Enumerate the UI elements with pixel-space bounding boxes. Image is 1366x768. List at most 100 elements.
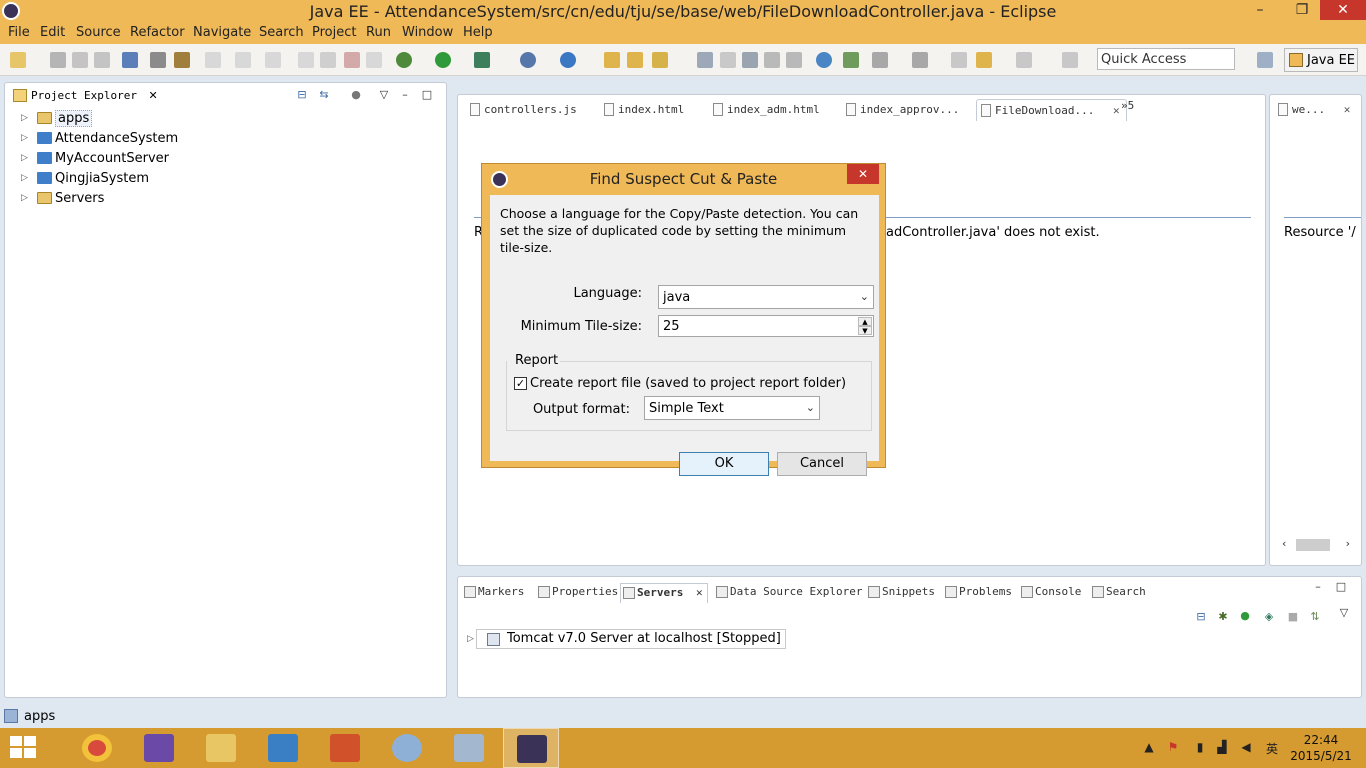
tab-controllers-js[interactable]: controllers.js: [466, 99, 577, 121]
tree-item-attendancesystem[interactable]: ▷ AttendanceSystem: [21, 129, 178, 149]
terminate-icon[interactable]: [344, 52, 360, 68]
clock[interactable]: 22:44 2015/5/21: [1290, 732, 1352, 764]
step-return-icon[interactable]: [265, 52, 281, 68]
new-icon[interactable]: [10, 52, 26, 68]
spin-down-icon[interactable]: ▼: [858, 326, 872, 335]
last-edit-icon[interactable]: [951, 52, 967, 68]
taskbar-eclipse-java-ee[interactable]: [503, 728, 559, 768]
stop-server-icon[interactable]: ■: [1286, 611, 1300, 623]
annotation-next-icon[interactable]: [697, 52, 713, 68]
toggle-mark-icon[interactable]: [742, 52, 758, 68]
language-select[interactable]: java ⌄: [658, 285, 874, 309]
taskbar-file-explorer[interactable]: [193, 728, 249, 768]
tile-size-spinner[interactable]: 25 ▲ ▼: [658, 315, 874, 337]
skip-breakpoints-icon[interactable]: [122, 52, 138, 68]
open-resource-icon[interactable]: [627, 52, 643, 68]
menu-edit[interactable]: Edit: [40, 25, 65, 40]
taskbar-messages[interactable]: [255, 728, 311, 768]
menu-search[interactable]: Search: [259, 25, 304, 40]
tree-item-apps[interactable]: ▷ apps: [21, 109, 93, 129]
back-icon[interactable]: [976, 52, 992, 68]
tab-search[interactable]: Search: [1090, 583, 1146, 603]
collapse-all-icon[interactable]: ⊟: [295, 89, 309, 101]
tab-snippets[interactable]: Snippets: [866, 583, 935, 603]
volume-icon[interactable]: ◀: [1239, 740, 1253, 754]
create-report-checkbox[interactable]: ✓: [514, 377, 527, 390]
tree-item-qingjiasystem[interactable]: ▷ QingjiaSystem: [21, 169, 149, 189]
pen-icon[interactable]: [720, 52, 736, 68]
action-center-icon[interactable]: ⚑: [1166, 740, 1180, 754]
more-tabs-button[interactable]: »5: [1121, 99, 1134, 112]
run-icon[interactable]: [435, 52, 451, 68]
project-explorer-tab[interactable]: Project Explorer ✕: [9, 86, 158, 106]
show-hidden-icons[interactable]: ▲: [1142, 740, 1156, 754]
tab-index-adm-html[interactable]: index_adm.html: [709, 99, 820, 121]
expand-icon[interactable]: ▷: [21, 153, 28, 163]
expand-icon[interactable]: ▷: [21, 133, 28, 143]
drop-frame-icon[interactable]: [298, 52, 314, 68]
open-type-icon[interactable]: [604, 52, 620, 68]
save-all-icon[interactable]: [72, 52, 88, 68]
filter-icon[interactable]: ●: [349, 89, 363, 101]
previous-annotation-icon[interactable]: [912, 52, 928, 68]
tab-index-html[interactable]: index.html: [600, 99, 684, 121]
tree-item-servers[interactable]: ▷ Servers: [21, 189, 104, 209]
resume-icon[interactable]: [205, 52, 221, 68]
expand-icon[interactable]: ▷: [21, 193, 28, 203]
spin-up-icon[interactable]: ▲: [858, 317, 872, 326]
windows-start-icon[interactable]: [10, 736, 38, 760]
project-explorer-close-icon[interactable]: ✕: [148, 89, 157, 102]
horizontal-scrollbar[interactable]: ‹ ›: [1282, 537, 1350, 553]
globe-icon[interactable]: [816, 52, 832, 68]
link-editor-icon[interactable]: ⇆: [317, 89, 331, 101]
maximize-panel-icon[interactable]: □: [1334, 581, 1348, 593]
menu-source[interactable]: Source: [76, 25, 121, 40]
tab-properties[interactable]: Properties: [536, 583, 618, 603]
menu-window[interactable]: Window: [402, 25, 453, 40]
menu-project[interactable]: Project: [312, 25, 356, 40]
close-tab-icon[interactable]: ✕: [1344, 103, 1351, 116]
menu-help[interactable]: Help: [463, 25, 493, 40]
publish-server-icon[interactable]: ⇅: [1308, 611, 1322, 623]
tree-item-myaccountserver[interactable]: ▷ MyAccountServer: [21, 149, 169, 169]
refresh-icon[interactable]: [843, 52, 859, 68]
open-task-icon[interactable]: [150, 52, 166, 68]
expand-icon[interactable]: ▷: [21, 113, 28, 123]
step-over-icon[interactable]: [235, 52, 251, 68]
view-menu-icon[interactable]: ▽: [377, 89, 391, 101]
collapse-servers-icon[interactable]: ⊟: [1194, 611, 1208, 623]
view-menu-icon[interactable]: ▽: [1337, 607, 1351, 619]
network-icon[interactable]: ▟: [1215, 740, 1229, 754]
start-server-icon[interactable]: ●: [1238, 610, 1252, 622]
cancel-button[interactable]: Cancel: [777, 452, 867, 476]
tab-filedownload[interactable]: FileDownload... ✕: [976, 99, 1127, 121]
search-toolbar-icon[interactable]: [652, 52, 668, 68]
minimize-button[interactable]: –: [1246, 0, 1274, 20]
run-external-icon[interactable]: [474, 52, 490, 68]
tab-servers[interactable]: Servers ✕: [620, 583, 708, 603]
menu-file[interactable]: File: [8, 25, 30, 40]
suspend-icon[interactable]: [320, 52, 336, 68]
menu-run[interactable]: Run: [366, 25, 391, 40]
close-tab-icon[interactable]: ✕: [1113, 104, 1120, 117]
expand-icon[interactable]: ▷: [21, 173, 28, 183]
print-icon[interactable]: [94, 52, 110, 68]
tab-web-xml[interactable]: we... ✕: [1274, 99, 1354, 121]
maximize-view-icon[interactable]: □: [420, 89, 434, 101]
ime-indicator[interactable]: 英: [1265, 740, 1279, 756]
whitespace-icon[interactable]: [786, 52, 802, 68]
maximize-button[interactable]: ❐: [1288, 0, 1316, 20]
battery-icon[interactable]: ▮: [1193, 740, 1207, 754]
close-tab-icon[interactable]: ✕: [696, 586, 703, 599]
forward-icon[interactable]: [1016, 52, 1032, 68]
output-format-select[interactable]: Simple Text ⌄: [644, 396, 820, 420]
minimize-panel-icon[interactable]: –: [1311, 581, 1325, 593]
debug-icon[interactable]: [396, 52, 412, 68]
create-report-label[interactable]: Create report file (saved to project rep…: [530, 376, 846, 391]
save-icon[interactable]: [50, 52, 66, 68]
tab-markers[interactable]: Markers: [462, 583, 524, 603]
taskbar-chrome[interactable]: [69, 728, 125, 768]
perspective-java-ee-button[interactable]: Java EE: [1284, 48, 1358, 72]
pin-editor-icon[interactable]: [1062, 52, 1078, 68]
taskbar-monitor[interactable]: [441, 728, 497, 768]
